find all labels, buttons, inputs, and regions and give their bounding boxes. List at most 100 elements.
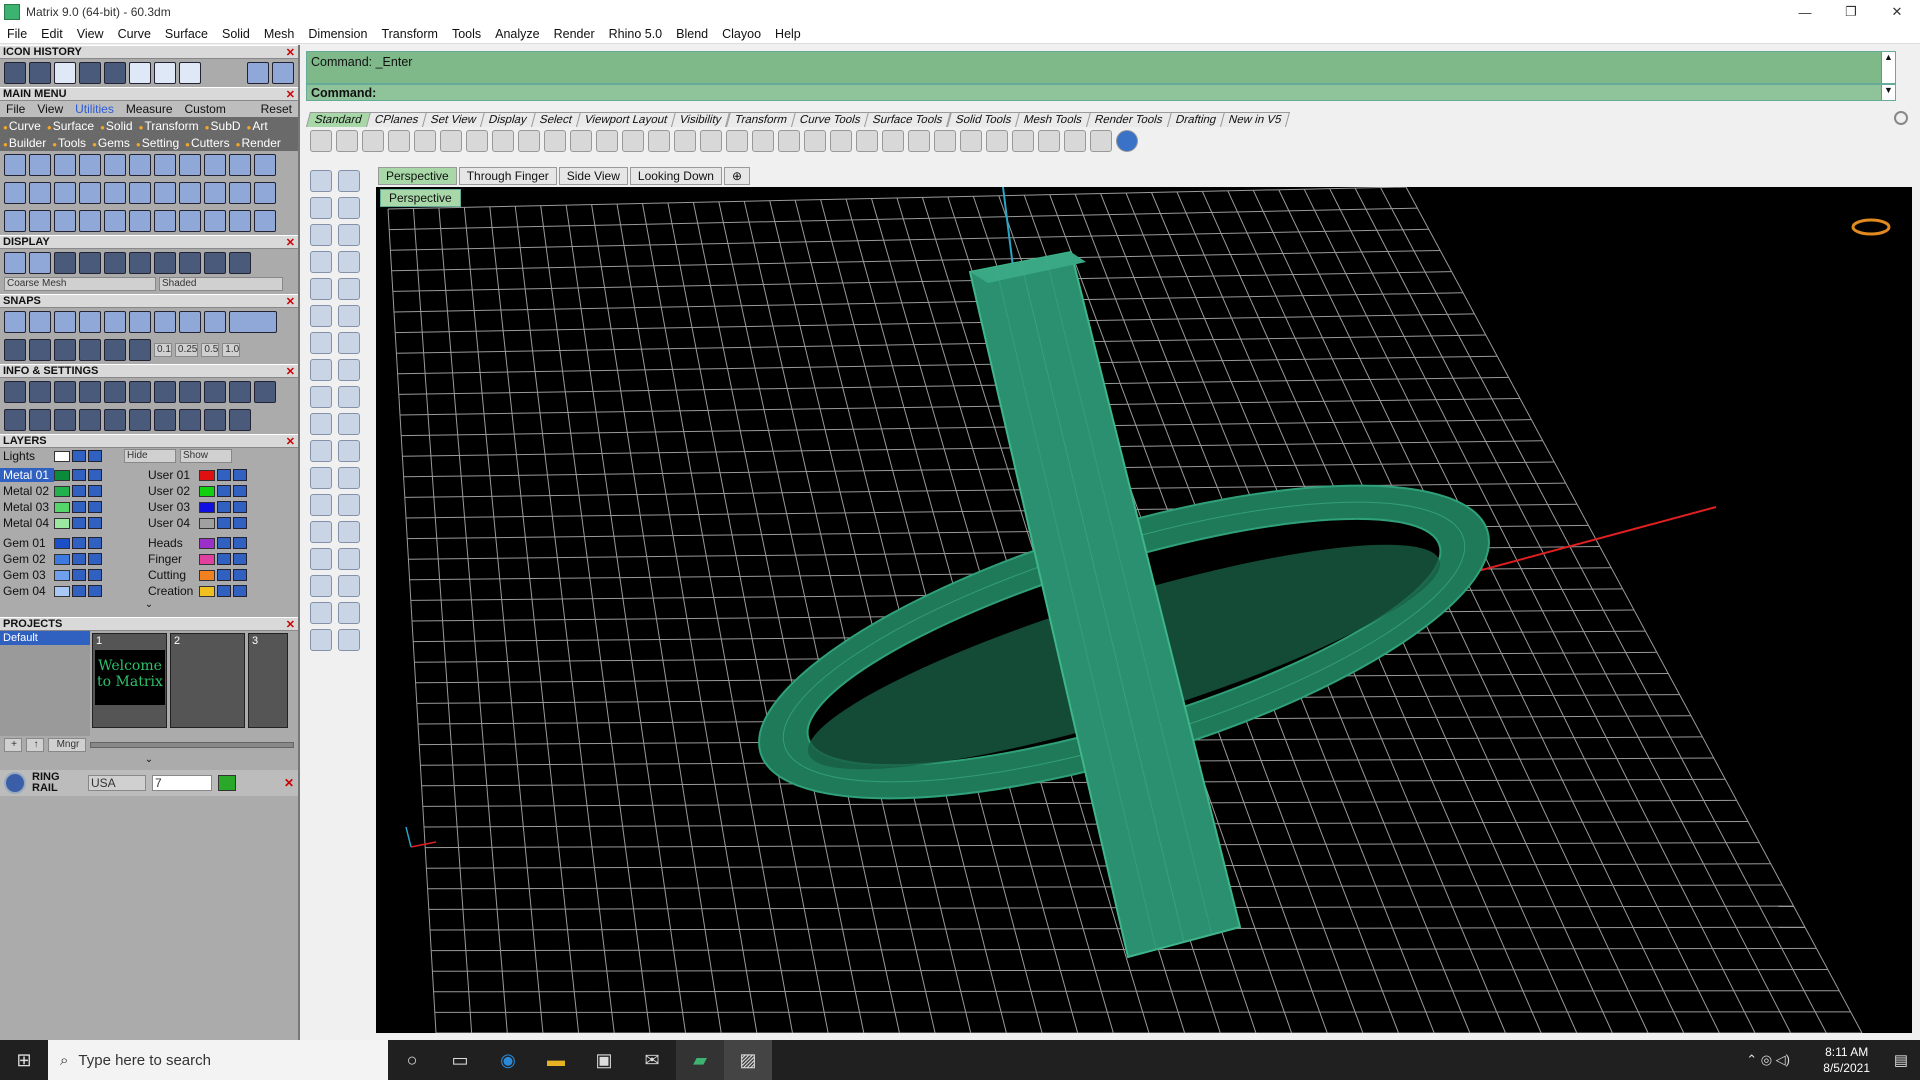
- history-icon[interactable]: [154, 62, 176, 84]
- info-icon[interactable]: [54, 409, 76, 431]
- explode-icon[interactable]: [338, 440, 360, 462]
- up-arrow-button[interactable]: ↑: [26, 738, 44, 752]
- history-icon[interactable]: [104, 62, 126, 84]
- render-icon[interactable]: [310, 629, 332, 651]
- layer-visible[interactable]: [88, 501, 102, 513]
- layer-visible[interactable]: [233, 469, 247, 481]
- polyline-icon[interactable]: [310, 197, 332, 219]
- snap-icon[interactable]: [54, 339, 76, 361]
- layer-name[interactable]: Cutting: [145, 568, 199, 582]
- forward-arrow-icon[interactable]: [272, 62, 294, 84]
- tool-icon[interactable]: [129, 210, 151, 232]
- info-icon[interactable]: [254, 381, 276, 403]
- history-icon[interactable]: [129, 62, 151, 84]
- tool-icon[interactable]: [79, 182, 101, 204]
- tool-icon[interactable]: [104, 154, 126, 176]
- layer-lock[interactable]: [217, 501, 231, 513]
- ring-rail-icon[interactable]: [4, 772, 26, 794]
- cat-render[interactable]: Render: [233, 136, 284, 150]
- info-icon[interactable]: [229, 381, 251, 403]
- menu-view[interactable]: View: [70, 27, 111, 41]
- layer-color[interactable]: [199, 485, 215, 497]
- ring-size-select[interactable]: 7: [152, 775, 212, 791]
- paste-icon[interactable]: [492, 130, 514, 152]
- settings-icon[interactable]: [1064, 130, 1086, 152]
- trim-icon[interactable]: [338, 413, 360, 435]
- mm-custom[interactable]: Custom: [179, 102, 232, 116]
- layer-color[interactable]: [199, 553, 215, 565]
- tab-set-view[interactable]: Set View: [422, 111, 486, 127]
- material-icon[interactable]: [908, 130, 930, 152]
- tab-looking-down[interactable]: Looking Down: [629, 167, 722, 185]
- loft-icon[interactable]: [338, 386, 360, 408]
- cylinder-icon[interactable]: [310, 359, 332, 381]
- layer-color[interactable]: [199, 569, 215, 581]
- menu-dimension[interactable]: Dimension: [301, 27, 374, 41]
- tool-icon[interactable]: [204, 210, 226, 232]
- solid-box-icon[interactable]: [310, 548, 332, 570]
- tool-icon[interactable]: [204, 182, 226, 204]
- layer-name[interactable]: User 03: [145, 500, 199, 514]
- layer-row[interactable]: Metal 02: [0, 483, 145, 499]
- layer-color[interactable]: [54, 569, 70, 581]
- viewport-label[interactable]: Perspective: [380, 189, 461, 207]
- add-project-button[interactable]: +: [4, 738, 22, 752]
- tool-icon[interactable]: [54, 182, 76, 204]
- menu-analyze[interactable]: Analyze: [488, 27, 546, 41]
- menu-solid[interactable]: Solid: [215, 27, 257, 41]
- back-arrow-icon[interactable]: [247, 62, 269, 84]
- sweep-icon[interactable]: [310, 386, 332, 408]
- layer-visible[interactable]: [88, 469, 102, 481]
- box-icon[interactable]: [310, 332, 332, 354]
- color-wheel-icon[interactable]: [934, 130, 956, 152]
- layer-visible[interactable]: [233, 501, 247, 513]
- layer-lock[interactable]: [217, 537, 231, 549]
- light-bulb-icon[interactable]: [856, 130, 878, 152]
- play-icon[interactable]: [218, 775, 236, 791]
- info-icon[interactable]: [29, 381, 51, 403]
- snap-value-1[interactable]: 0.25: [174, 343, 199, 357]
- car-icon[interactable]: [752, 130, 774, 152]
- tool-icon[interactable]: [54, 210, 76, 232]
- layer-color[interactable]: [54, 485, 70, 497]
- layer-color[interactable]: [199, 537, 215, 549]
- tool-icon[interactable]: [79, 154, 101, 176]
- mail-icon[interactable]: ✉: [628, 1040, 676, 1080]
- menu-file[interactable]: File: [0, 27, 34, 41]
- cat-builder[interactable]: Builder: [0, 136, 49, 150]
- tool-icon[interactable]: [229, 210, 251, 232]
- close-icon[interactable]: ✕: [286, 236, 295, 249]
- tool-icon[interactable]: [254, 154, 276, 176]
- tool-icon[interactable]: [4, 210, 26, 232]
- new-file-icon[interactable]: [310, 130, 332, 152]
- layer-lock[interactable]: [217, 517, 231, 529]
- zoom-selected-icon[interactable]: [674, 130, 696, 152]
- layer-color[interactable]: [54, 585, 70, 597]
- menu-tools[interactable]: Tools: [445, 27, 488, 41]
- info-icon[interactable]: [204, 409, 226, 431]
- info-icon[interactable]: [154, 381, 176, 403]
- tab-side-view[interactable]: Side View: [558, 167, 628, 185]
- project-scrollbar[interactable]: [90, 742, 294, 748]
- display-icon[interactable]: [79, 252, 101, 274]
- text-icon[interactable]: [310, 494, 332, 516]
- cat-setting[interactable]: Setting: [133, 136, 182, 150]
- rotate-view-icon[interactable]: [700, 130, 722, 152]
- history-icon[interactable]: [29, 62, 51, 84]
- info-icon[interactable]: [204, 381, 226, 403]
- manager-button[interactable]: Mngr: [48, 738, 86, 752]
- layer-name[interactable]: Metal 04: [0, 516, 54, 530]
- array-icon[interactable]: [310, 575, 332, 597]
- snap-icon[interactable]: [79, 311, 101, 333]
- menu-clayoo[interactable]: Clayoo: [715, 27, 768, 41]
- layer-row[interactable]: Metal 04: [0, 515, 145, 531]
- ellipse-icon[interactable]: [338, 224, 360, 246]
- tab-display[interactable]: Display: [480, 111, 537, 127]
- layer-row[interactable]: User 04: [145, 515, 295, 531]
- cat-subd[interactable]: SubD: [202, 119, 244, 133]
- split-icon[interactable]: [310, 413, 332, 435]
- snap-icon[interactable]: [29, 311, 51, 333]
- info-icon[interactable]: [54, 381, 76, 403]
- tool-icon[interactable]: [229, 182, 251, 204]
- file-explorer-icon[interactable]: ▬: [532, 1040, 580, 1080]
